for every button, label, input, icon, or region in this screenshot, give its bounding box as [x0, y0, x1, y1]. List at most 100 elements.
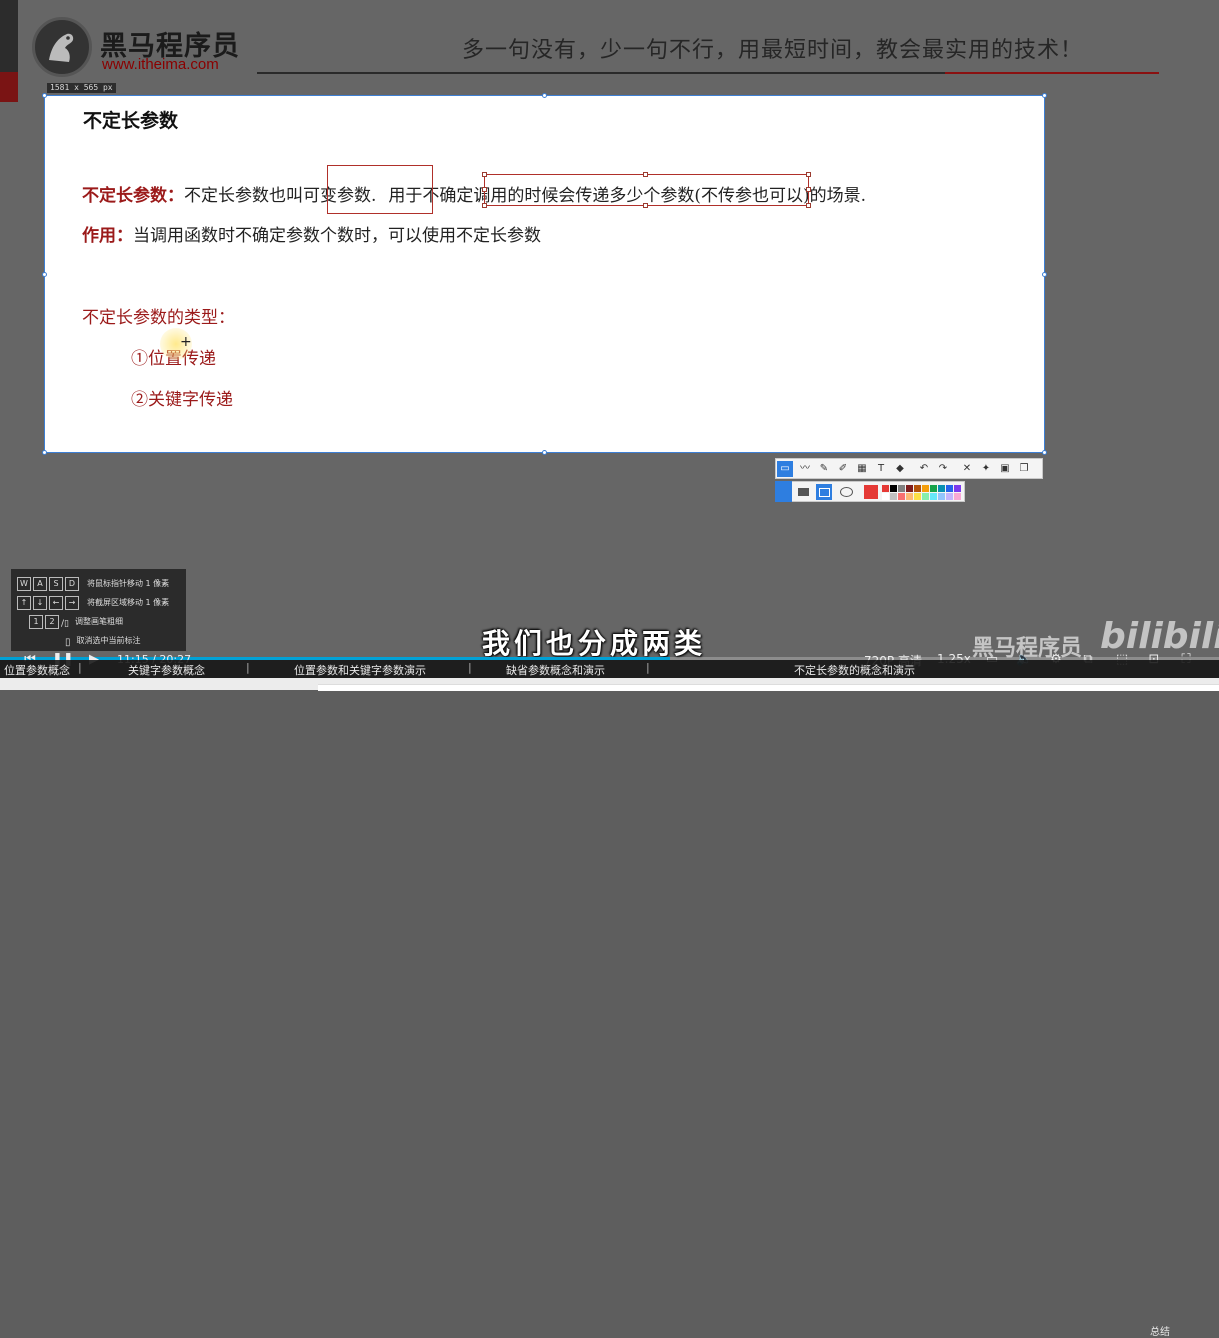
fill-mode-icon[interactable]: [798, 488, 809, 496]
selection-handle[interactable]: [1042, 93, 1047, 98]
hint-text: 调整画笔粗细: [75, 617, 123, 626]
color-swatch[interactable]: [922, 493, 929, 500]
resize-handle[interactable]: [482, 187, 487, 192]
hint-text: 将截屏区域移动 1 像素: [87, 598, 170, 607]
slogan: 多一句没有，少一句不行，用最短时间，教会最实用的技术！: [462, 38, 1084, 63]
color-swatch[interactable]: [882, 493, 889, 500]
line-tool-icon[interactable]: 〰: [797, 461, 813, 477]
color-swatch[interactable]: [946, 493, 953, 500]
keyboard-hint-panel: W A S D 将鼠标指针移动 1 像素 ↑ ↓ ← → 将截屏区域移动 1 像素 1 2/▯ 调整…: [11, 569, 186, 651]
selection-handle[interactable]: [1042, 450, 1047, 455]
pen-tool-icon[interactable]: ✎: [816, 461, 832, 477]
rect-shape-icon[interactable]: [816, 484, 832, 500]
marker-tool-icon[interactable]: ✐: [835, 461, 851, 477]
hint-row-deselect: ▯ 取消选中当前标注: [65, 630, 141, 648]
screenshot-selection[interactable]: 不定长参数 不定长参数：不定长参数也叫可变参数. 用于不确定调用的时候会传递多少个…: [42, 93, 1047, 455]
resize-handle[interactable]: [482, 172, 487, 177]
resize-handle[interactable]: [806, 203, 811, 208]
color-swatch[interactable]: [930, 485, 937, 492]
key-up: ↑: [17, 595, 31, 610]
chapter-item[interactable]: 位置参数概念: [4, 662, 70, 678]
hint-text: 将鼠标指针移动 1 像素: [87, 579, 170, 588]
resize-handle[interactable]: [806, 172, 811, 177]
color-swatch[interactable]: [954, 485, 961, 492]
resize-handle[interactable]: [806, 187, 811, 192]
key-w: W: [17, 576, 31, 591]
color-swatch[interactable]: [922, 485, 929, 492]
color-swatch[interactable]: [938, 485, 945, 492]
text-tool-icon[interactable]: T: [873, 461, 889, 477]
color-swatch[interactable]: [954, 493, 961, 500]
resize-handle[interactable]: [643, 172, 648, 177]
key-s: S: [49, 576, 63, 591]
annotation-toolbar: ▭ 〰 ✎ ✐ ▦ T ◆ ↶ ↷ ✕ ✦ ▣ ❐: [775, 458, 1043, 479]
chapter-separator: |: [246, 661, 250, 674]
copy-icon[interactable]: ❐: [1016, 461, 1032, 477]
chapter-item[interactable]: 缺省参数概念和演示: [506, 662, 605, 678]
hint-row-move-pointer: W A S D 将鼠标指针移动 1 像素: [17, 573, 170, 591]
annotation-style-panel: [775, 481, 965, 502]
hint-row-move-area: ↑ ↓ ← → 将截屏区域移动 1 像素: [17, 592, 170, 610]
key-a: A: [33, 576, 47, 591]
redo-icon[interactable]: ↷: [935, 461, 951, 477]
video-frame: 黑马程序员 www.itheima.com 多一句没有，少一句不行，用最短时间，…: [0, 0, 1219, 1338]
undo-icon[interactable]: ↶: [916, 461, 932, 477]
rect-select-icon[interactable]: ▭: [777, 461, 793, 477]
selection-handle[interactable]: [542, 450, 547, 455]
type-item-keyword: ②关键字传递: [131, 390, 233, 410]
pin-icon[interactable]: ✦: [978, 461, 994, 477]
slide-title: 不定长参数: [83, 110, 179, 132]
annotation-rectangle-1[interactable]: [327, 165, 433, 214]
key-1: 1: [29, 614, 43, 629]
hint-text: 取消选中当前标注: [76, 636, 141, 645]
color-swatch[interactable]: [914, 485, 921, 492]
color-swatch[interactable]: [898, 493, 905, 500]
key-2: 2: [45, 614, 59, 629]
selection-handle[interactable]: [1042, 272, 1047, 277]
key-right: →: [65, 595, 79, 610]
resize-handle[interactable]: [643, 203, 648, 208]
mouse-right-click-icon: ▯: [65, 637, 71, 648]
color-swatch[interactable]: [930, 493, 937, 500]
types-heading: 不定长参数的类型：: [82, 308, 235, 328]
usage-text: 当调用函数时不确定参数个数时，可以使用不定长参数: [133, 226, 541, 246]
chapter-item[interactable]: 关键字参数概念: [128, 662, 205, 678]
crosshair-cursor-icon: +: [180, 334, 192, 350]
close-icon[interactable]: ✕: [959, 461, 975, 477]
chapter-separator: |: [468, 661, 472, 674]
usage-line: 作用：当调用函数时不确定参数个数时，可以使用不定长参数: [82, 221, 541, 246]
resize-handle[interactable]: [482, 203, 487, 208]
color-swatch[interactable]: [890, 485, 897, 492]
ellipse-shape-icon[interactable]: [840, 487, 853, 497]
color-swatch[interactable]: [882, 485, 889, 492]
color-swatch[interactable]: [938, 493, 945, 500]
selection-handle[interactable]: [42, 450, 47, 455]
annotation-panel-accent: [775, 481, 792, 502]
frame-left-red-strip: [0, 72, 18, 102]
mouse-scroll-icon: /▯: [61, 619, 69, 629]
bilibili-watermark: bilibili: [1100, 616, 1219, 657]
chapter-item[interactable]: 不定长参数的概念和演示: [794, 662, 915, 678]
usage-label: 作用：: [82, 226, 133, 246]
selection-handle[interactable]: [42, 272, 47, 277]
color-swatch[interactable]: [946, 485, 953, 492]
definition-text-a: 不定长参数也: [184, 186, 286, 206]
color-swatch[interactable]: [906, 493, 913, 500]
header-divider-accent: [945, 72, 1159, 74]
color-swatch[interactable]: [890, 493, 897, 500]
key-left: ←: [49, 595, 63, 610]
chapter-item[interactable]: 位置参数和关键字参数演示: [294, 662, 426, 678]
chapter-bar: 位置参数概念 | 关键字参数概念 | 位置参数和关键字参数演示 | 缺省参数概念…: [0, 660, 1219, 1338]
color-swatch[interactable]: [914, 493, 921, 500]
selection-handle[interactable]: [42, 93, 47, 98]
save-icon[interactable]: ▣: [997, 461, 1013, 477]
color-swatch[interactable]: [906, 485, 913, 492]
color-swatch[interactable]: [898, 485, 905, 492]
mosaic-tool-icon[interactable]: ▦: [854, 461, 870, 477]
chapter-summary[interactable]: 总结: [1150, 1323, 1170, 1338]
selection-handle[interactable]: [542, 93, 547, 98]
current-color-swatch[interactable]: [864, 485, 878, 499]
annotation-rectangle-2[interactable]: [482, 172, 811, 208]
eraser-tool-icon[interactable]: ◆: [892, 461, 908, 477]
hint-row-brush-size: 1 2/▯ 调整画笔粗细: [29, 611, 123, 629]
